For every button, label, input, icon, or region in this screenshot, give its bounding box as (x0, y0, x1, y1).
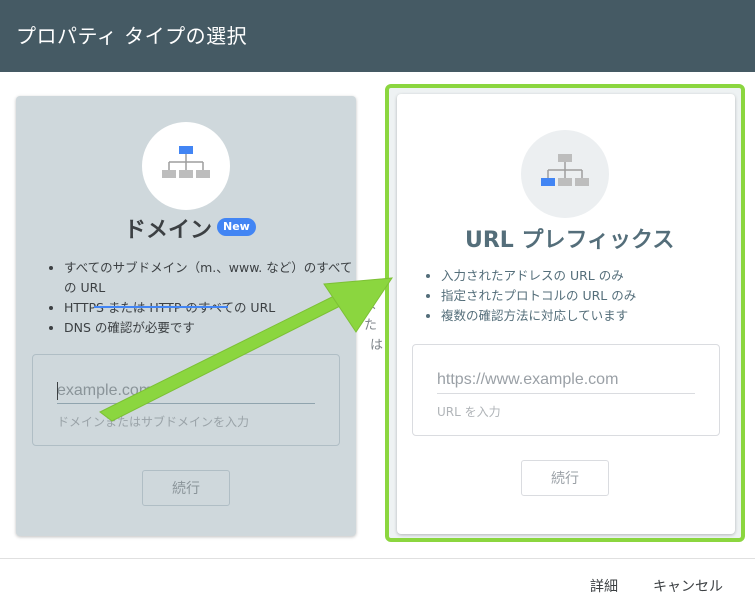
domain-property-card[interactable]: ドメイン New すべてのサブドメイン（m.、www. など）のすべての URL… (16, 96, 356, 536)
url-input[interactable] (437, 367, 695, 394)
url-input-box: URL を入力 (412, 344, 720, 436)
sitemap-icon (162, 146, 210, 178)
url-feature-list: 入力されたアドレスの URL のみ 指定されたプロトコルの URL のみ 複数の… (425, 266, 741, 326)
domain-input[interactable] (57, 379, 315, 404)
domain-feature-list: すべてのサブドメイン（m.、www. など）のすべての URL HTTPS また… (48, 258, 360, 338)
new-badge: New (217, 218, 256, 236)
domain-continue-button[interactable]: 続行 (142, 470, 230, 506)
url-input-helper: URL を入力 (437, 405, 501, 419)
domain-input-helper: ドメインまたはサブドメインを入力 (57, 415, 250, 429)
url-prefix-property-card[interactable]: URL プレフィックス 入力されたアドレスの URL のみ 指定されたプロトコル… (397, 94, 735, 534)
domain-input-box: ドメインまたはサブドメインを入力 (32, 354, 340, 446)
url-icon-circle (521, 130, 609, 218)
list-item: 複数の確認方法に対応しています (441, 306, 741, 326)
footer-divider (0, 558, 755, 559)
cancel-button[interactable]: キャンセル (653, 576, 723, 596)
url-continue-button[interactable]: 続行 (521, 460, 609, 496)
text-caret (57, 382, 58, 400)
list-item: HTTPS または HTTP のすべての URL (64, 298, 360, 318)
domain-icon-circle (142, 122, 230, 210)
details-button[interactable]: 詳細 (590, 576, 618, 596)
domain-card-title: ドメイン (124, 218, 213, 243)
url-card-title: URL プレフィックス (465, 228, 675, 253)
dialog-header: プロパティ タイプの選択 (0, 0, 755, 72)
list-item: DNS の確認が必要です (64, 318, 360, 338)
list-item: 指定されたプロトコルの URL のみ (441, 286, 741, 306)
input-focus-underline (94, 306, 228, 308)
sitemap-icon (541, 154, 589, 186)
list-item: 入力されたアドレスの URL のみ (441, 266, 741, 286)
dialog-title: プロパティ タイプの選択 (16, 24, 248, 48)
list-item: すべてのサブドメイン（m.、www. など）のすべての URL (64, 258, 360, 298)
